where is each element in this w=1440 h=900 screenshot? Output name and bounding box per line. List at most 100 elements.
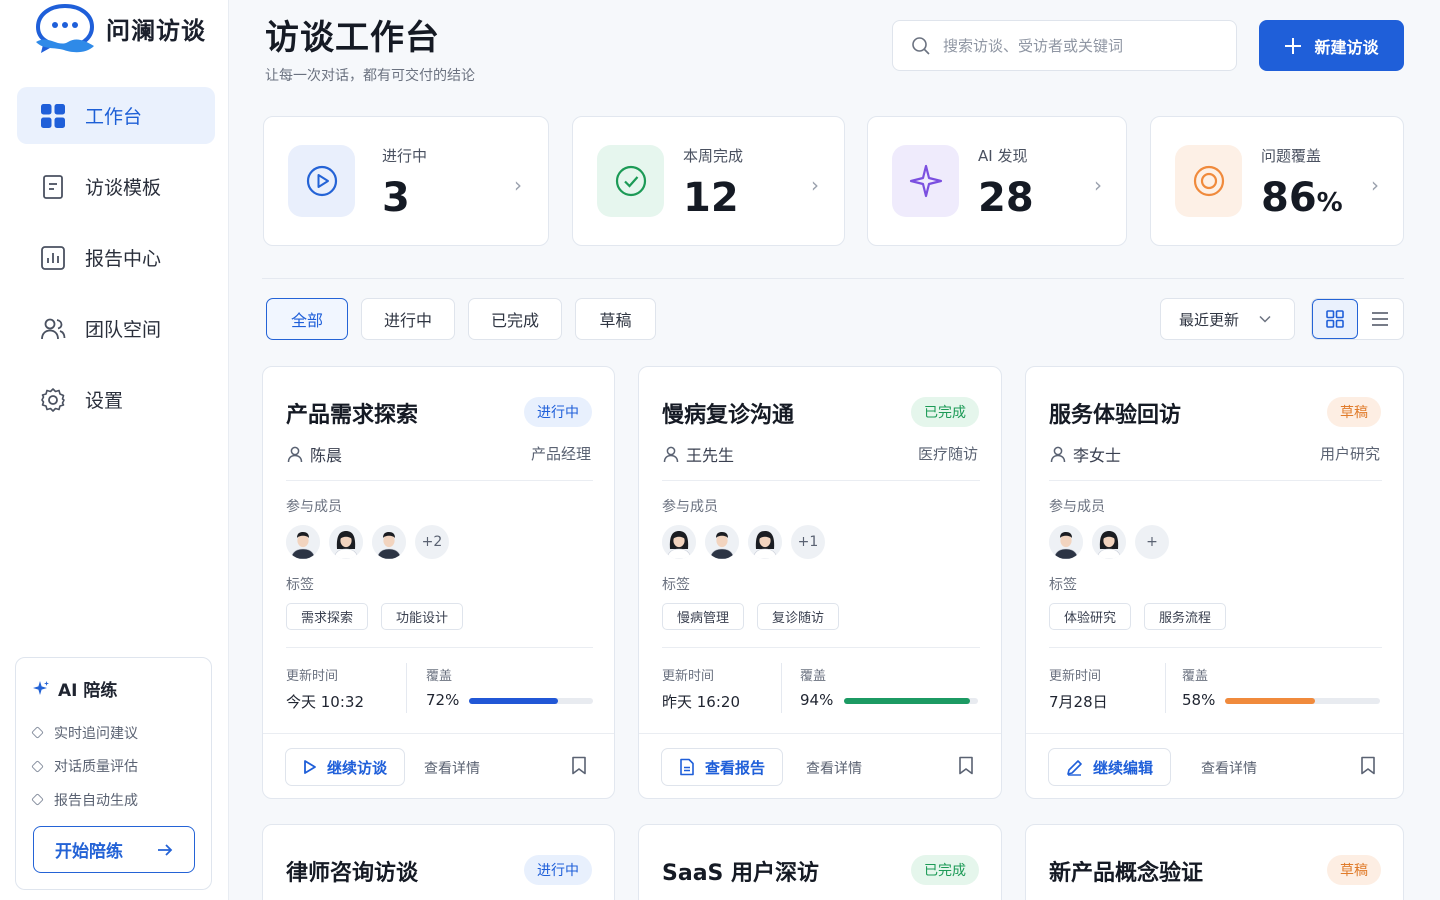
interview-card[interactable]: SaaS 用户深访 已完成 <box>638 824 1002 900</box>
nav-item-team[interactable]: 团队空间 <box>17 300 215 357</box>
more-members-button[interactable]: +2 <box>415 525 449 559</box>
bookmark-icon[interactable] <box>1360 756 1376 779</box>
avatar[interactable] <box>748 525 782 559</box>
grid-view-button[interactable] <box>1312 299 1358 339</box>
search-box[interactable] <box>892 20 1237 71</box>
section-divider <box>262 278 1404 279</box>
more-members-button[interactable]: + <box>1135 525 1169 559</box>
avatar[interactable] <box>372 525 406 559</box>
app-logo[interactable]: 问澜访谈 <box>34 2 206 54</box>
avatar[interactable] <box>286 525 320 559</box>
ai-coach-title: AI 陪练 <box>32 676 117 701</box>
status-badge: 草稿 <box>1327 855 1381 885</box>
avatar[interactable] <box>662 525 696 559</box>
interview-card[interactable]: 新产品概念验证 草稿 <box>1025 824 1404 900</box>
updated-time: 今天 10:32 <box>286 693 364 711</box>
coverage-progress-bar <box>844 698 978 704</box>
avatar[interactable] <box>705 525 739 559</box>
more-members-button[interactable]: +1 <box>791 525 825 559</box>
interview-card[interactable]: 产品需求探索 进行中 陈晨 产品经理 参与成员 +2 标签 需求探索 功能设计 更新时间 今天 10… <box>262 366 615 799</box>
status-badge: 草稿 <box>1327 397 1381 427</box>
status-badge: 已完成 <box>911 397 979 427</box>
card-primary-action-button[interactable]: 继续访谈 <box>285 748 406 786</box>
nav-item-dashboard[interactable]: 工作台 <box>17 87 215 144</box>
coverage-progress-fill <box>469 698 558 704</box>
avatar[interactable] <box>1092 525 1126 559</box>
tag[interactable]: 服务流程 <box>1144 603 1227 630</box>
filter-tab-all[interactable]: 全部 <box>266 298 348 340</box>
avatar[interactable] <box>329 525 363 559</box>
card-divider <box>286 647 593 648</box>
interview-card[interactable]: 慢病复诊沟通 已完成 王先生 医疗随访 参与成员 +1 标签 慢病管理 复诊随访 更新时间 昨天 1… <box>638 366 1002 799</box>
status-badge: 已完成 <box>911 855 979 885</box>
meta-separator <box>406 663 407 713</box>
card-title: 律师咨询访谈 <box>286 861 419 886</box>
stat-value: 12 <box>683 175 739 221</box>
card-title: 服务体验回访 <box>1049 403 1182 428</box>
sidebar: 问澜访谈 工作台 访谈模板 报告中心 团队空间 设置 AI 陪练 实时追问建议 … <box>0 0 229 900</box>
status-badge: 进行中 <box>524 397 592 427</box>
user-icon <box>287 446 303 463</box>
stat-card-coverage[interactable]: 问题覆盖 86% › <box>1150 116 1404 246</box>
member-avatars: +1 <box>662 525 825 559</box>
interview-card[interactable]: 服务体验回访 草稿 李女士 用户研究 参与成员 + 标签 体验研究 服务流程 更新时间 7月28日 覆… <box>1025 366 1404 799</box>
play-icon <box>288 145 355 217</box>
card-title: 慢病复诊沟通 <box>662 403 795 428</box>
card-title: 新产品概念验证 <box>1049 861 1204 886</box>
interview-category: 产品经理 <box>530 445 591 463</box>
card-primary-action-button[interactable]: 继续编辑 <box>1048 748 1172 786</box>
meta-separator <box>1165 663 1166 713</box>
stat-card-completed[interactable]: 本周完成 12 › <box>572 116 845 246</box>
view-details-link[interactable]: 查看详情 <box>1201 758 1257 778</box>
nav-item-templates[interactable]: 访谈模板 <box>17 158 215 215</box>
interview-card[interactable]: 律师咨询访谈 进行中 <box>262 824 615 900</box>
interviewee-name: 王先生 <box>686 446 735 465</box>
pencil-icon <box>1067 759 1082 776</box>
new-interview-button[interactable]: 新建访谈 <box>1259 20 1404 71</box>
filter-tab-completed[interactable]: 已完成 <box>468 298 562 340</box>
view-toggle <box>1311 298 1404 340</box>
view-details-link[interactable]: 查看详情 <box>424 758 480 778</box>
grid-icon <box>1325 310 1344 328</box>
search-input[interactable] <box>943 36 1213 55</box>
nav-item-settings[interactable]: 设置 <box>17 371 215 428</box>
main-nav: 工作台 访谈模板 报告中心 团队空间 设置 <box>17 87 215 442</box>
sort-select[interactable]: 最近更新 <box>1160 298 1295 340</box>
tag[interactable]: 需求探索 <box>286 603 369 630</box>
stat-label: 进行中 <box>382 147 428 165</box>
filter-tab-draft[interactable]: 草稿 <box>575 298 656 340</box>
logo-icon <box>35 3 95 53</box>
nav-item-reports[interactable]: 报告中心 <box>17 229 215 286</box>
list-view-button[interactable] <box>1358 299 1403 339</box>
bookmark-icon[interactable] <box>571 756 587 779</box>
chevron-right-icon: › <box>1094 173 1102 197</box>
stat-card-ai-findings[interactable]: AI 发现 28 › <box>867 116 1127 246</box>
tag[interactable]: 体验研究 <box>1049 603 1132 630</box>
nav-label: 设置 <box>85 390 124 412</box>
start-coach-button[interactable]: 开始陪练 <box>33 826 195 873</box>
tag[interactable]: 功能设计 <box>381 603 464 630</box>
template-icon <box>43 174 63 199</box>
filter-tab-in-progress[interactable]: 进行中 <box>361 298 455 340</box>
play-outline-icon <box>304 760 316 774</box>
sparkle-icon <box>33 680 49 695</box>
view-details-link[interactable]: 查看详情 <box>806 758 862 778</box>
card-divider <box>662 647 980 648</box>
interview-category: 医疗随访 <box>917 445 978 463</box>
members-label: 参与成员 <box>286 499 342 515</box>
tag[interactable]: 慢病管理 <box>662 603 745 630</box>
bookmark-icon[interactable] <box>958 756 974 779</box>
interviewee-name: 陈晨 <box>310 446 343 465</box>
stat-card-in-progress[interactable]: 进行中 3 › <box>263 116 549 246</box>
app-name: 问澜访谈 <box>106 16 206 45</box>
coverage-label: 覆盖 <box>1182 669 1209 684</box>
avatar[interactable] <box>1049 525 1083 559</box>
nav-label: 工作台 <box>85 106 143 128</box>
page-subtitle: 让每一次对话，都有可交付的结论 <box>265 68 475 84</box>
tag[interactable]: 复诊随访 <box>757 603 840 630</box>
interview-category: 用户研究 <box>1319 445 1380 463</box>
card-primary-action-button[interactable]: 查看报告 <box>661 748 784 786</box>
ai-feature-label: 报告自动生成 <box>54 792 138 809</box>
stat-value: 3 <box>382 175 410 221</box>
card-action-label: 查看报告 <box>705 759 766 777</box>
